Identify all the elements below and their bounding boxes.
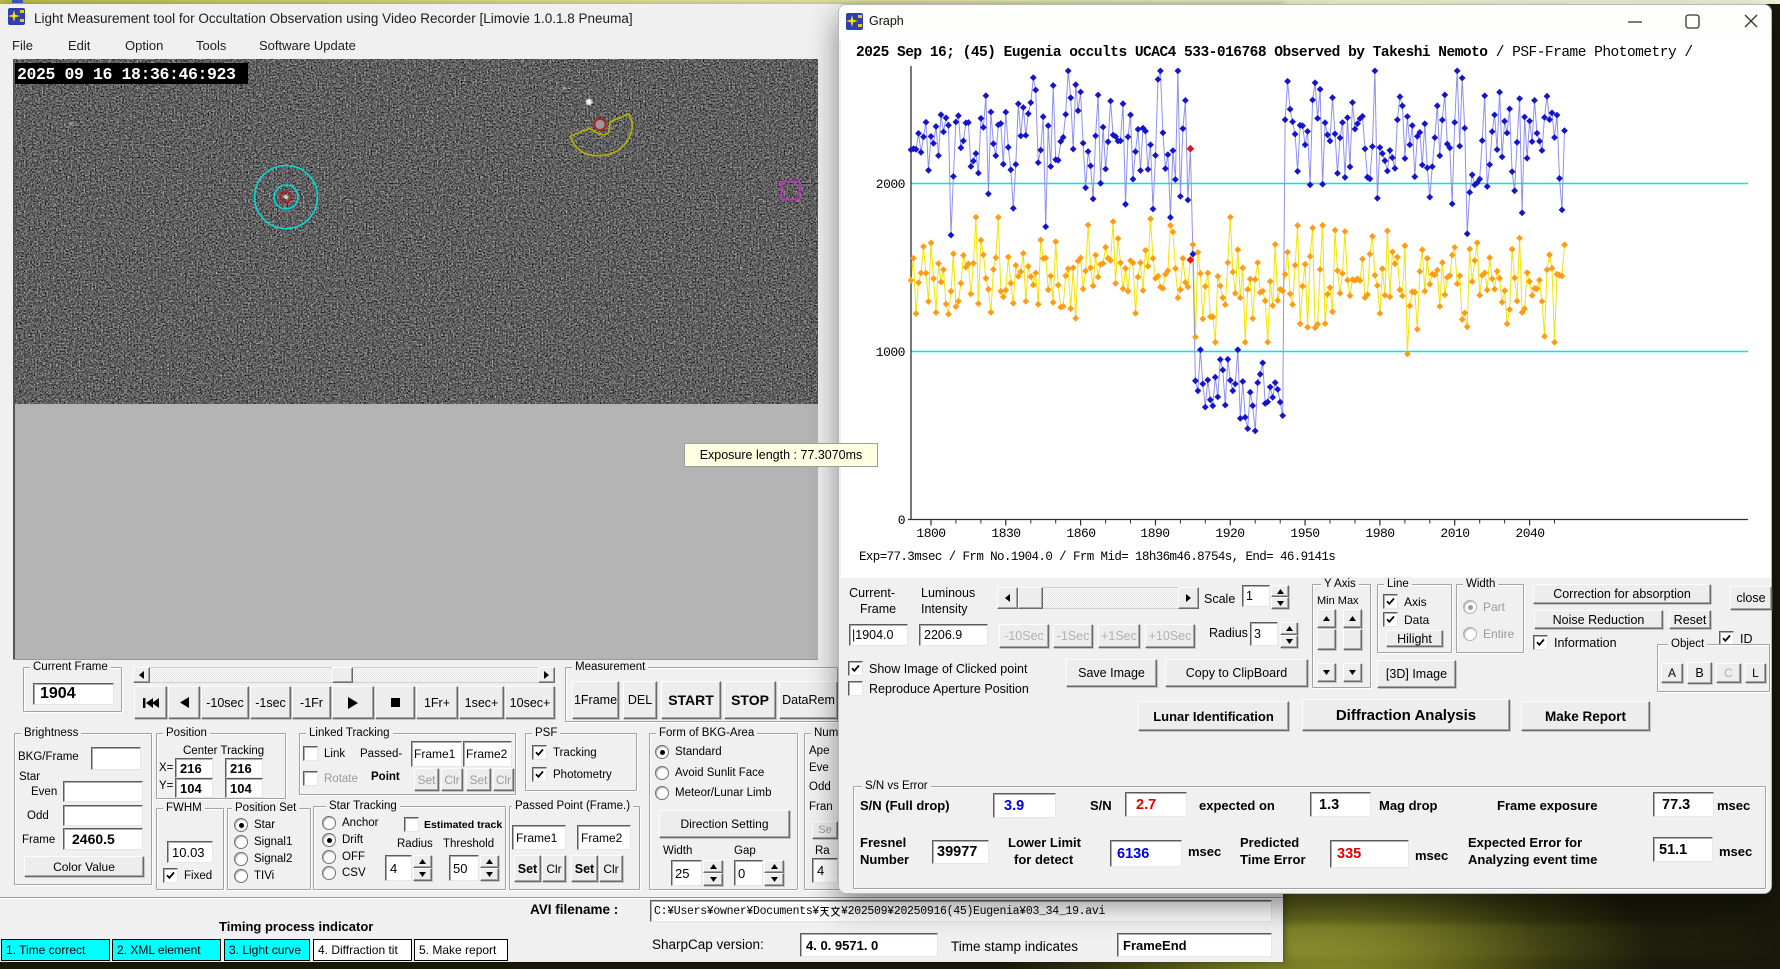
svg-text:1950: 1950: [1290, 526, 1319, 541]
svg-text:1860: 1860: [1066, 526, 1095, 541]
svg-text:1980: 1980: [1365, 526, 1394, 541]
svg-text:2010: 2010: [1440, 526, 1469, 541]
svg-text:1000: 1000: [876, 345, 905, 360]
svg-text:2040: 2040: [1515, 526, 1544, 541]
svg-text:2000: 2000: [876, 177, 905, 192]
svg-text:2025 09 16 18:36:46:923: 2025 09 16 18:36:46:923: [17, 65, 236, 84]
svg-text:1890: 1890: [1140, 526, 1169, 541]
svg-text:1920: 1920: [1215, 526, 1244, 541]
svg-text:0: 0: [898, 513, 905, 528]
svg-text:1830: 1830: [991, 526, 1020, 541]
svg-text:1800: 1800: [916, 526, 945, 541]
